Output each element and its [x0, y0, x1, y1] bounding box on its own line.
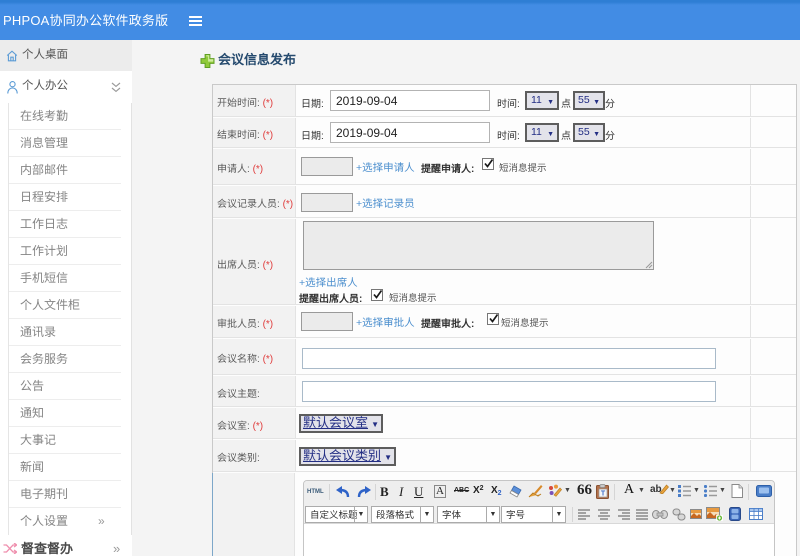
- svg-text:T: T: [601, 491, 606, 498]
